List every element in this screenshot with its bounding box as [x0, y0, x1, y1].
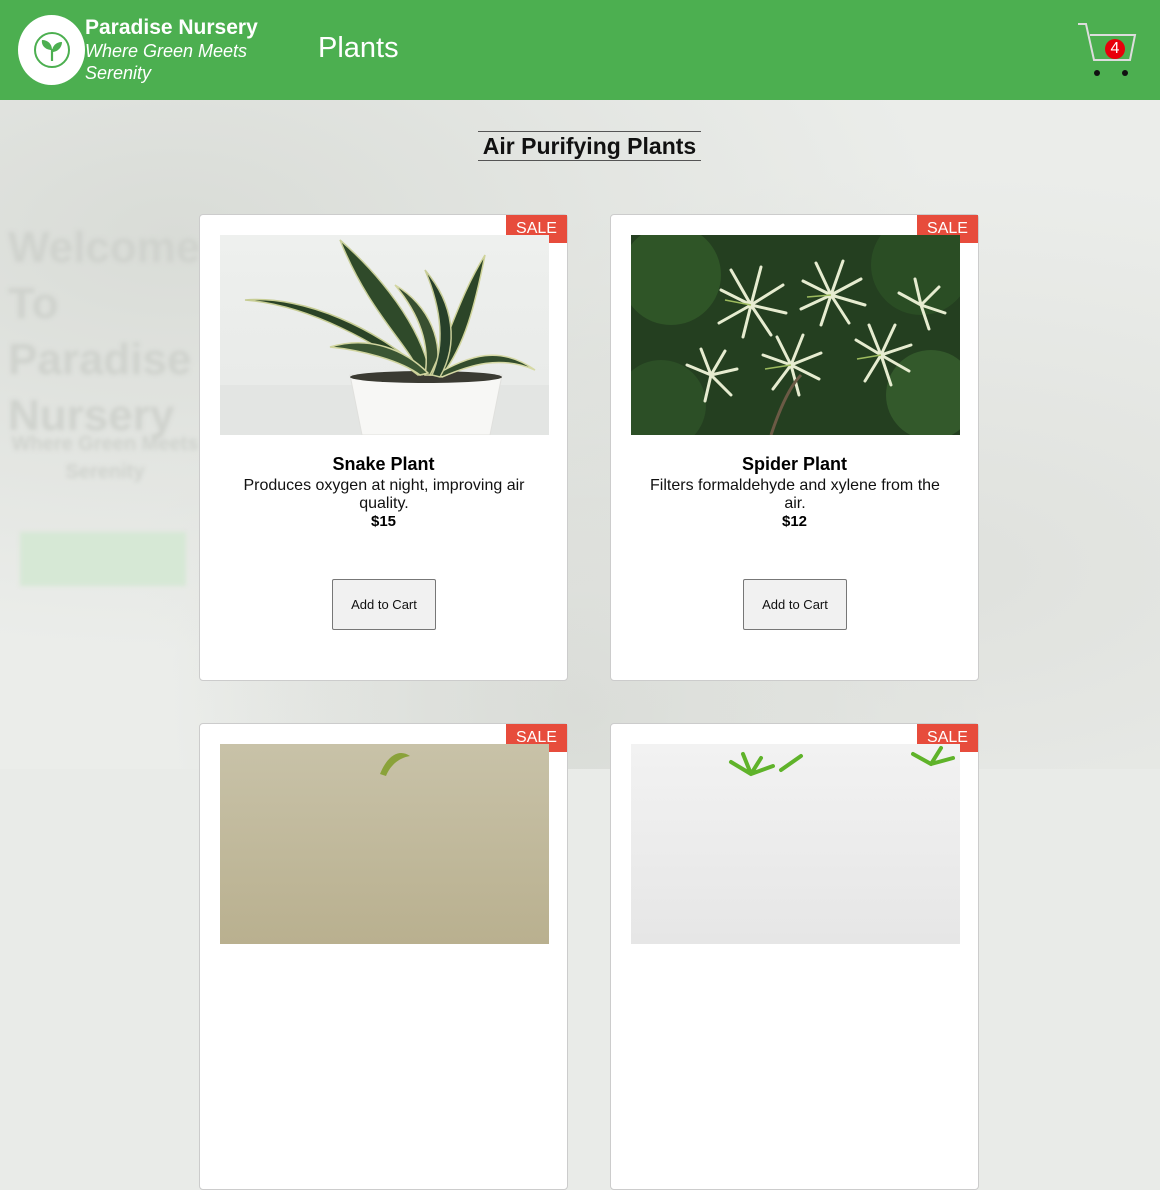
brand-name: Paradise Nursery: [85, 16, 258, 39]
brand-tagline: Where Green Meets Serenity: [85, 41, 248, 83]
plant-image: [220, 235, 549, 435]
nav-link-plants[interactable]: Plants: [318, 32, 399, 65]
plant-card: SALE: [610, 723, 979, 1190]
plant-image: [631, 235, 960, 435]
cart-button[interactable]: 4: [1076, 20, 1138, 80]
plant-card: SALE Snake Plant Produces oxygen at nigh…: [199, 214, 568, 681]
snake-plant-illustration: [220, 239, 549, 435]
plant-description: Filters formaldehyde and xylene from the…: [650, 477, 940, 512]
blurred-background: Welcome To Paradise Nursery Where Green …: [0, 100, 1160, 769]
fern-illustration: [729, 746, 955, 776]
plant-image: [631, 744, 960, 944]
section-title: Air Purifying Plants: [478, 131, 701, 161]
plant-description: Produces oxygen at night, improving air …: [243, 477, 525, 512]
plant-price: $15: [370, 513, 397, 530]
plant-name: Snake Plant: [332, 454, 435, 474]
add-to-cart-button[interactable]: Add to Cart: [743, 579, 847, 630]
add-to-cart-button[interactable]: Add to Cart: [332, 579, 436, 630]
plant-card: SALE: [199, 723, 568, 1190]
sprout-icon: [33, 32, 70, 68]
plant-card: SALE Spider Plant Filters formaldehyde a…: [610, 214, 979, 681]
plant-illustration: [380, 753, 410, 776]
background-subtext: Where Green Meets Serenity: [11, 433, 199, 483]
plant-image: [220, 744, 549, 944]
plant-name: Spider Plant: [741, 454, 848, 474]
background-button: [20, 532, 186, 586]
logo[interactable]: [18, 15, 85, 85]
spider-plant-illustration: [631, 235, 960, 435]
plant-price: $12: [781, 513, 808, 530]
cart-count-badge: 4: [1105, 39, 1125, 59]
background-heading: Welcome To Paradise Nursery: [8, 223, 201, 440]
navbar: Paradise Nursery Where Green Meets Seren…: [0, 0, 1160, 100]
